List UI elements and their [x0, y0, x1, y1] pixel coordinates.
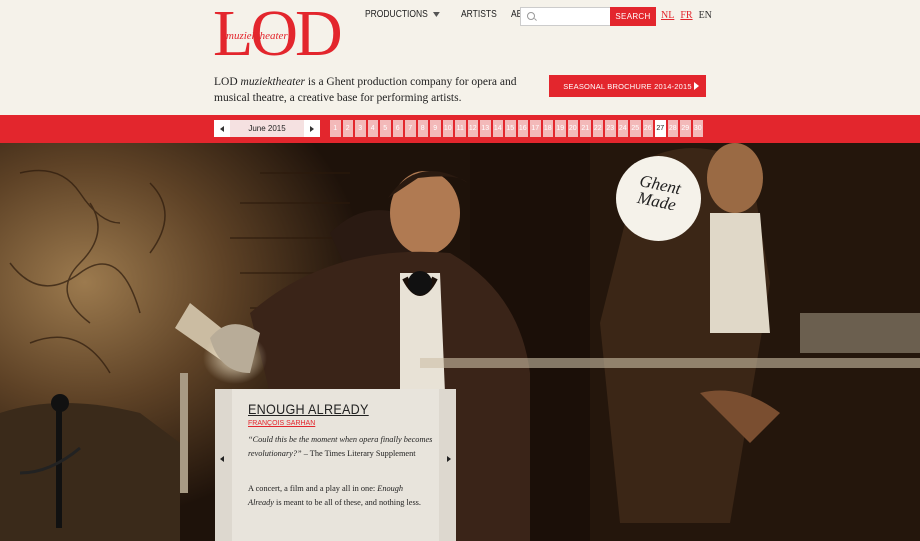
- language-switcher: NL FR EN: [661, 10, 718, 21]
- calendar-day[interactable]: 8: [417, 120, 428, 137]
- search-icon: [527, 12, 535, 20]
- calendar-day[interactable]: 24: [617, 120, 628, 137]
- nav-artists[interactable]: ARTISTS: [461, 9, 497, 20]
- month-next-button[interactable]: [304, 120, 320, 137]
- ghent-made-badge: Ghent Made: [616, 156, 701, 241]
- tagline-brand-italic: muziektheater: [240, 76, 306, 88]
- calendar-day[interactable]: 23: [605, 120, 616, 137]
- nav-artists-label: ARTISTS: [460, 9, 497, 20]
- nav-productions-label: PRODUCTIONS: [365, 9, 428, 20]
- hero-photo: [0, 143, 920, 541]
- month-selector: June 2015: [214, 120, 320, 137]
- calendar-day[interactable]: 25: [630, 120, 641, 137]
- calendar-day[interactable]: 17: [530, 120, 541, 137]
- feature-quote: “Could this be the moment when opera fin…: [248, 433, 434, 461]
- feature-card-body: ENOUGH ALREADY FRANÇOIS SARHAN “Could th…: [232, 389, 439, 541]
- feature-description: A concert, a film and a play all in one:…: [248, 482, 428, 510]
- calendar-day[interactable]: 20: [567, 120, 578, 137]
- arrow-left-icon: [220, 125, 224, 132]
- calendar-days: 1 2 3 4 5 6 7 8 9 10 11 12 13 14 15 16 17 18 19 20 21 22 23 24 2…: [330, 120, 705, 137]
- calendar-day[interactable]: 1: [330, 120, 341, 137]
- feature-quote-source: – The Times Literary Supplement: [301, 449, 416, 458]
- lang-en[interactable]: EN: [699, 10, 712, 21]
- feature-title[interactable]: ENOUGH ALREADY: [248, 401, 369, 417]
- feature-author[interactable]: FRANÇOIS SARHAN: [248, 420, 315, 427]
- month-label: June 2015: [248, 124, 286, 133]
- calendar-bar: June 2015 1 2 3 4 5 6 7 8 9 10 11 12 13 14 15 16 17 18 19 2…: [0, 115, 920, 143]
- hero-image: [0, 143, 920, 541]
- chevron-down-icon: [432, 12, 440, 17]
- arrow-right-icon: [310, 125, 314, 132]
- search-button[interactable]: SEARCH: [610, 7, 656, 26]
- nav-productions[interactable]: PRODUCTIONS: [365, 9, 440, 20]
- search-box: [520, 7, 612, 26]
- calendar-day[interactable]: 27: [655, 120, 666, 137]
- calendar-day[interactable]: 14: [492, 120, 503, 137]
- calendar-day[interactable]: 2: [342, 120, 353, 137]
- calendar-day[interactable]: 9: [430, 120, 441, 137]
- calendar-day[interactable]: 28: [667, 120, 678, 137]
- calendar-day[interactable]: 18: [542, 120, 553, 137]
- brochure-label: SEASONAL BROCHURE 2014-2015: [563, 81, 692, 91]
- month-prev-button[interactable]: [214, 120, 230, 137]
- logo-sub-text: muziektheater: [226, 30, 288, 42]
- calendar-day[interactable]: 13: [480, 120, 491, 137]
- seasonal-brochure-button[interactable]: SEASONAL BROCHURE 2014-2015: [549, 75, 706, 97]
- lang-fr[interactable]: FR: [680, 10, 692, 21]
- calendar-day[interactable]: 22: [592, 120, 603, 137]
- site-tagline: LOD muziektheater is a Ghent production …: [214, 74, 534, 106]
- calendar-day[interactable]: 10: [442, 120, 453, 137]
- badge-text: Ghent Made: [613, 168, 703, 219]
- tagline-brand: LOD: [214, 76, 238, 88]
- calendar-day[interactable]: 21: [580, 120, 591, 137]
- arrow-right-icon: [694, 82, 699, 90]
- feature-card: ENOUGH ALREADY FRANÇOIS SARHAN “Could th…: [215, 389, 456, 541]
- calendar-day[interactable]: 26: [642, 120, 653, 137]
- calendar-day[interactable]: 7: [405, 120, 416, 137]
- arrow-right-icon[interactable]: [447, 456, 451, 462]
- calendar-day[interactable]: 5: [380, 120, 391, 137]
- site-header: LOD muziektheater PRODUCTIONS ARTISTS AB…: [0, 0, 920, 115]
- calendar-day[interactable]: 3: [355, 120, 366, 137]
- calendar-day[interactable]: 30: [692, 120, 703, 137]
- arrow-left-icon[interactable]: [220, 456, 224, 462]
- calendar-day[interactable]: 12: [467, 120, 478, 137]
- feature-desc-a: A concert, a film and a play all in one:: [248, 484, 378, 493]
- calendar-day[interactable]: 4: [367, 120, 378, 137]
- lang-nl[interactable]: NL: [661, 10, 674, 21]
- calendar-day[interactable]: 19: [555, 120, 566, 137]
- calendar-day[interactable]: 15: [505, 120, 516, 137]
- calendar-day[interactable]: 16: [517, 120, 528, 137]
- search-input[interactable]: [537, 9, 611, 25]
- calendar-day[interactable]: 11: [455, 120, 466, 137]
- feature-desc-b: is meant to be all of these, and nothing…: [273, 498, 421, 507]
- calendar-day[interactable]: 29: [680, 120, 691, 137]
- calendar-day[interactable]: 6: [392, 120, 403, 137]
- site-logo[interactable]: LOD muziektheater: [213, 0, 343, 70]
